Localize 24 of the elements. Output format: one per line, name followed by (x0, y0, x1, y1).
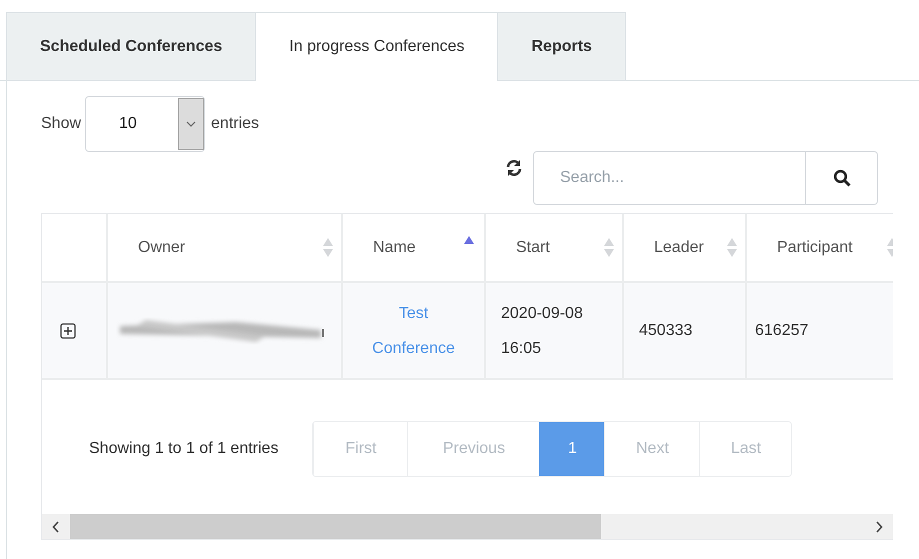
show-label: Show (41, 115, 82, 133)
table-cell: 616257 (755, 322, 808, 340)
expand-icon[interactable] (60, 322, 76, 338)
scroll-left-icon[interactable] (52, 520, 60, 532)
entries-label: entries (211, 115, 260, 133)
tab[interactable]: Scheduled Conferences (6, 12, 256, 80)
search-icon (832, 169, 850, 187)
search-button[interactable] (806, 151, 878, 205)
scroll-right-icon[interactable] (875, 520, 883, 532)
table-cell-text: 2020-09-08 16:05 (501, 304, 584, 358)
column-header[interactable]: Leader (654, 238, 704, 256)
column-header[interactable]: Owner (138, 238, 186, 256)
column-header[interactable]: Participant (777, 238, 853, 256)
column-header[interactable]: Start (516, 238, 550, 256)
table-info: Showing 1 to 1 of 1 entries (89, 440, 278, 458)
entries-select[interactable]: 10 (85, 96, 206, 152)
tab[interactable]: Reports (497, 12, 626, 80)
search-field[interactable]: Search... (533, 151, 806, 205)
tab[interactable]: In progress Conferences (255, 12, 498, 81)
chevron-down-icon (186, 121, 196, 127)
column-header[interactable]: Name (373, 238, 416, 256)
refresh-icon[interactable] (505, 159, 523, 177)
horizontal-scrollbar[interactable] (42, 514, 893, 539)
table-cell: 450333 (639, 322, 692, 340)
